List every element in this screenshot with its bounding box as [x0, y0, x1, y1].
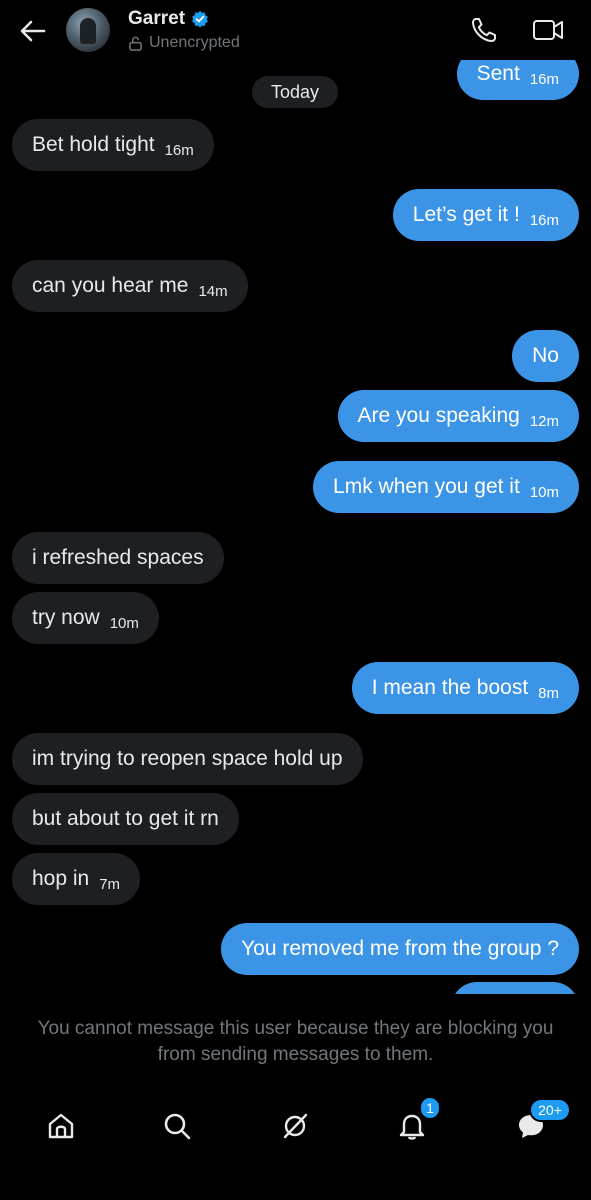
- message-bubble-received[interactable]: Bet hold tight 16m: [12, 119, 214, 171]
- message-text: i refreshed spaces: [32, 546, 204, 569]
- home-icon[interactable]: [41, 1106, 81, 1146]
- message-bubble-partial[interactable]: [451, 982, 579, 994]
- encryption-status: Unencrypted: [149, 34, 240, 51]
- video-call-icon[interactable]: [532, 18, 564, 42]
- blocked-notice: You cannot message this user because the…: [0, 994, 591, 1090]
- date-divider: Today: [252, 76, 338, 108]
- message-time: 16m: [529, 211, 559, 229]
- message-text: can you hear me: [32, 274, 189, 297]
- search-icon[interactable]: [157, 1106, 197, 1146]
- message-text: Let’s get it !: [412, 203, 520, 226]
- message-text: You removed me from the group ?: [241, 937, 559, 960]
- message-bubble-sent[interactable]: Lmk when you get it 10m: [313, 461, 579, 513]
- message-thread[interactable]: Sent 16m Today Bet hold tight 16m Let’s …: [0, 0, 591, 994]
- message-text: Bet hold tight: [32, 133, 155, 156]
- message-text: Lmk when you get it: [333, 475, 520, 498]
- messages-badge: 20+: [529, 1098, 571, 1122]
- message-bubble-received[interactable]: try now 10m: [12, 592, 159, 644]
- message-bubble-sent[interactable]: Let’s get it ! 16m: [392, 189, 579, 241]
- avatar[interactable]: [66, 8, 110, 52]
- conversation-header: Garret Unencrypted: [0, 0, 591, 60]
- phone-call-icon[interactable]: [470, 16, 498, 44]
- message-text: but about to get it rn: [32, 807, 219, 830]
- bottom-nav: 1 20+: [0, 1090, 591, 1200]
- grok-icon[interactable]: [275, 1106, 315, 1146]
- message-time: 7m: [99, 875, 121, 893]
- message-bubble-received[interactable]: but about to get it rn: [12, 793, 239, 845]
- message-time: 14m: [198, 282, 228, 300]
- message-bubble-sent[interactable]: No: [512, 330, 579, 382]
- back-arrow-icon[interactable]: [18, 16, 48, 46]
- message-text: I mean the boost: [371, 676, 529, 699]
- lock-open-icon: [128, 36, 143, 51]
- message-bubble-sent[interactable]: I mean the boost 8m: [351, 662, 579, 714]
- message-time: 16m: [164, 141, 194, 159]
- message-time: 10m: [529, 483, 559, 501]
- message-time: 10m: [109, 614, 139, 632]
- message-text: Are you speaking: [357, 404, 520, 427]
- message-text: No: [532, 344, 559, 367]
- message-bubble-sent[interactable]: Are you speaking 12m: [337, 390, 579, 442]
- message-time: 12m: [529, 412, 559, 430]
- contact-name[interactable]: Garret: [128, 8, 185, 30]
- message-time: 8m: [538, 684, 559, 702]
- blocked-notice-text: You cannot message this user because the…: [37, 1018, 554, 1065]
- message-text: try now: [32, 606, 100, 629]
- message-text: hop in: [32, 867, 90, 890]
- verified-badge-icon: [191, 10, 209, 28]
- message-bubble-sent[interactable]: You removed me from the group ?: [221, 923, 579, 975]
- message-text: Sent: [476, 62, 520, 85]
- message-bubble-received[interactable]: hop in 7m: [12, 853, 141, 905]
- message-bubble-received[interactable]: i refreshed spaces: [12, 532, 224, 584]
- message-time: 16m: [529, 70, 559, 88]
- message-bubble-received[interactable]: im trying to reopen space hold up: [12, 733, 363, 785]
- message-bubble-received[interactable]: can you hear me 14m: [12, 260, 248, 312]
- notifications-badge: 1: [419, 1096, 441, 1120]
- message-text: im trying to reopen space hold up: [32, 747, 343, 770]
